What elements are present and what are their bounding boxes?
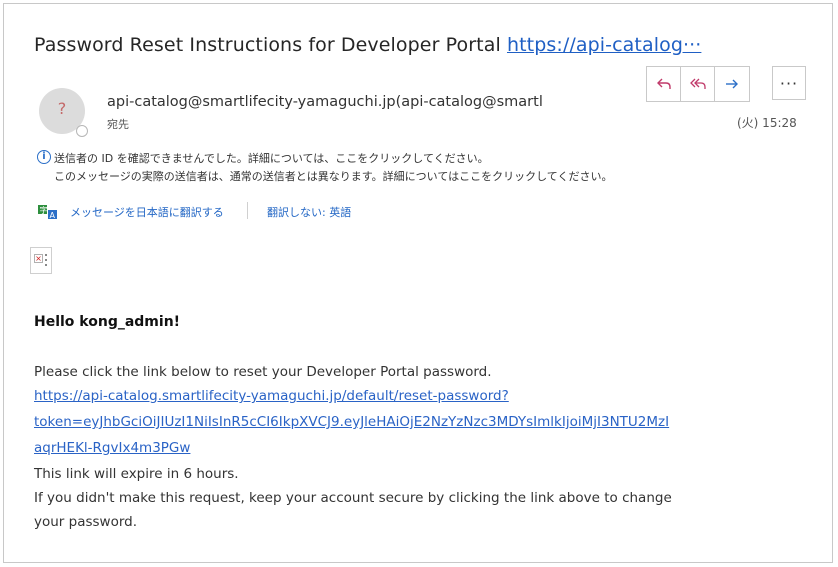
received-timestamp: (火) 15:28 — [737, 116, 797, 130]
divider — [247, 202, 248, 219]
reply-all-button[interactable] — [681, 67, 715, 101]
do-not-translate-link[interactable]: 翻訳しない: 英語 — [267, 204, 351, 220]
info-icon: i — [37, 150, 51, 164]
instruction-text: Please click the link below to reset you… — [34, 364, 492, 380]
email-reading-pane: Password Reset Instructions for Develope… — [3, 3, 833, 563]
reply-button[interactable] — [647, 67, 681, 101]
svg-text:A: A — [50, 211, 56, 220]
sender-address[interactable]: api-catalog@smartlifecity-yamaguchi.jp(a… — [107, 94, 617, 110]
ignore-note-line1: If you didn't make this request, keep yo… — [34, 490, 672, 506]
greeting: Hello kong_admin! — [34, 314, 181, 330]
reset-link-line1[interactable]: https://api-catalog.smartlifecity-yamagu… — [34, 388, 824, 404]
more-actions-button[interactable]: ··· — [772, 66, 806, 100]
forward-icon — [726, 79, 738, 89]
reply-icon — [656, 78, 671, 89]
sender-warning-line1[interactable]: 送信者の ID を確認できませんでした。詳細については、ここをクリックしてくださ… — [54, 150, 489, 166]
broken-image-icon: × — [30, 247, 52, 274]
subject-text: Password Reset Instructions for Develope… — [34, 34, 501, 56]
reply-all-icon — [689, 78, 706, 89]
presence-status-icon — [76, 125, 88, 137]
reset-link-line3[interactable]: aqrHEKl-RgvIx4m3PGw — [34, 440, 824, 456]
forward-button[interactable] — [715, 67, 749, 101]
message-actions — [646, 66, 750, 102]
avatar[interactable]: ? — [39, 88, 88, 137]
svg-text:字: 字 — [40, 205, 48, 215]
subject-link[interactable]: https://api-catalog··· — [507, 34, 701, 56]
translate-icon: 字 A — [38, 205, 57, 220]
recipient-label: 宛先 — [107, 118, 129, 131]
expire-note: This link will expire in 6 hours. — [34, 466, 239, 482]
avatar-initial: ? — [57, 99, 67, 118]
translate-message-link[interactable]: メッセージを日本語に翻訳する — [70, 204, 224, 220]
sender-warning-line2[interactable]: このメッセージの実際の送信者は、通常の送信者とは異なります。詳細についてはここを… — [54, 168, 612, 184]
reset-link-line2[interactable]: token=eyJhbGciOiJIUzI1NiIsInR5cCI6IkpXVC… — [34, 414, 824, 430]
ignore-note-line2: your password. — [34, 514, 138, 530]
email-subject: Password Reset Instructions for Develope… — [34, 34, 701, 56]
